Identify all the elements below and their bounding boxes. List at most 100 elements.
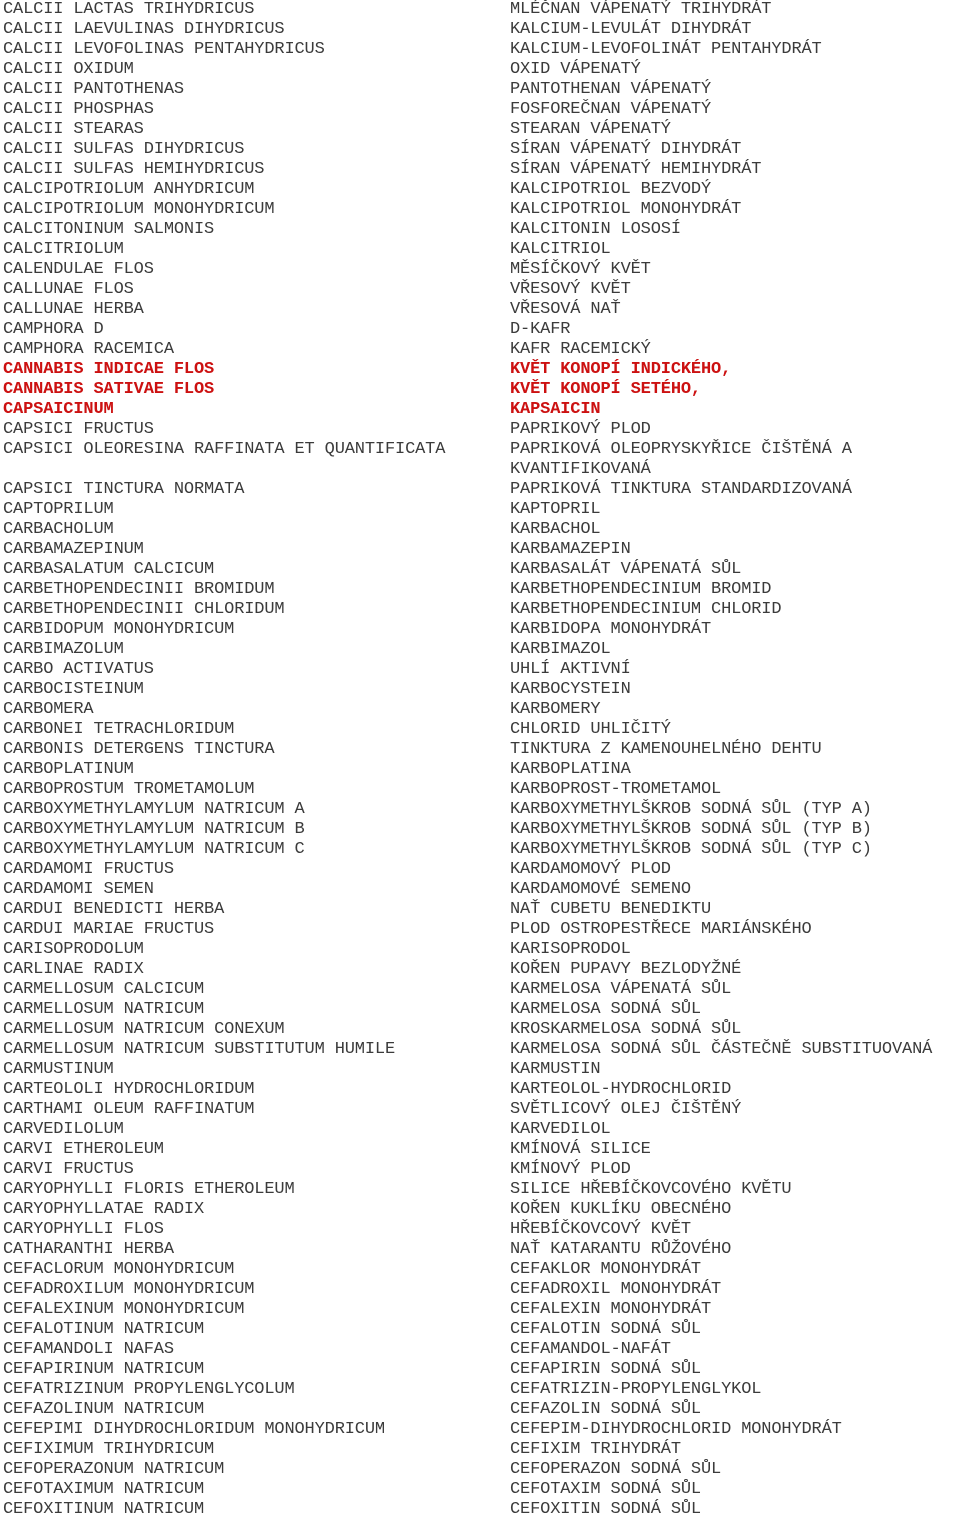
latin-term: CALCIPOTRIOLUM MONOHYDRICUM (3, 200, 275, 219)
table-row: CARBASALATUM CALCICUM KARBASALÁT VÁPENATÁ… (0, 560, 960, 580)
table-row: CAPTOPRILUM KAPTOPRIL (0, 500, 960, 520)
latin-term: CATHARANTHI HERBA (3, 1240, 174, 1259)
table-row: CARBO ACTIVATUS UHLÍ AKTIVNÍ (0, 660, 960, 680)
table-row: CEFEPIMI DIHYDROCHLORIDUM MONOHYDRICUM CE… (0, 1420, 960, 1440)
czech-term: CEFEPIM-DIHYDROCHLORID MONOHYDRÁT (510, 1420, 842, 1439)
latin-term: CAPSICI TINCTURA NORMATA (3, 480, 245, 499)
czech-term: KARBOCYSTEIN (510, 680, 631, 699)
latin-term: CARVI FRUCTUS (3, 1160, 134, 1179)
czech-term: KARTEOLOL-HYDROCHLORID (510, 1080, 732, 1099)
table-row: CALCII PANTOTHENAS PANTOTHENAN VÁPENATÝ (0, 80, 960, 100)
czech-term: KALCITRIOL (510, 240, 611, 259)
table-row: CARYOPHYLLATAE RADIX KOŘEN KUKLÍKU OBECNÉ… (0, 1200, 960, 1220)
latin-term: CARLINAE RADIX (3, 960, 144, 979)
latin-term: CARBIDOPUM MONOHYDRICUM (3, 620, 235, 639)
table-row: CARDUI MARIAE FRUCTUS PLOD OSTROPESTŘECE … (0, 920, 960, 940)
latin-term: CEFAPIRINUM NATRICUM (3, 1360, 205, 1379)
latin-term: CALCII LACTAS TRIHYDRICUS (3, 0, 255, 19)
table-row: CARTEOLOLI HYDROCHLORIDUM KARTEOLOL-HYDRO… (0, 1080, 960, 1100)
czech-term: KARBETHOPENDECINIUM BROMID (510, 580, 772, 599)
latin-term: CALCII SULFAS HEMIHYDRICUS (3, 160, 265, 179)
czech-term: KARVEDILOL (510, 1120, 611, 1139)
table-row: CARDAMOMI SEMEN KARDAMOMOVÉ SEMENO (0, 880, 960, 900)
table-row: CARVI FRUCTUS KMÍNOVÝ PLOD (0, 1160, 960, 1180)
czech-term: KALCIUM-LEVOFOLINÁT PENTAHYDRÁT (510, 40, 822, 59)
czech-term: KARBOMERY (510, 700, 601, 719)
table-row: CAPSICI FRUCTUS PAPRIKOVÝ PLOD (0, 420, 960, 440)
latin-term: CEFAMANDOLI NAFAS (3, 1340, 174, 1359)
latin-term: CARDUI BENEDICTI HERBA (3, 900, 225, 919)
latin-term: CARTHAMI OLEUM RAFFINATUM (3, 1100, 255, 1119)
table-row: CARTHAMI OLEUM RAFFINATUM SVĚTLICOVÝ OLEJ… (0, 1100, 960, 1120)
czech-term: KARBACHOL (510, 520, 601, 539)
latin-term: CEFOXITINUM NATRICUM (3, 1500, 205, 1519)
latin-term: CAMPHORA RACEMICA (3, 340, 174, 359)
czech-term: CEFOXITIN SODNÁ SŮL (510, 1500, 701, 1519)
czech-term: CEFALOTIN SODNÁ SŮL (510, 1320, 701, 1339)
czech-term: KARDAMOMOVÝ PLOD (510, 860, 671, 879)
latin-term: CALLUNAE HERBA (3, 300, 144, 319)
table-row: CALCIPOTRIOLUM ANHYDRICUM KALCIPOTRIOL BE… (0, 180, 960, 200)
table-row: CARDAMOMI FRUCTUS KARDAMOMOVÝ PLOD (0, 860, 960, 880)
czech-term: SÍRAN VÁPENATÝ HEMIHYDRÁT (510, 160, 762, 179)
table-row: CEFAMANDOLI NAFAS CEFAMANDOL-NAFÁT (0, 1340, 960, 1360)
czech-term: SVĚTLICOVÝ OLEJ ČIŠTĚNÝ (510, 1100, 742, 1119)
latin-term: CARBAMAZEPINUM (3, 540, 144, 559)
latin-term: CARBOPROSTUM TROMETAMOLUM (3, 780, 255, 799)
latin-term: CALCITRIOLUM (3, 240, 124, 259)
table-row: CARBACHOLUM KARBACHOL (0, 520, 960, 540)
czech-term: KALCIUM-LEVULÁT DIHYDRÁT (510, 20, 752, 39)
table-row: CALCII PHOSPHAS FOSFOREČNAN VÁPENATÝ (0, 100, 960, 120)
czech-term: STEARAN VÁPENATÝ (510, 120, 671, 139)
table-row: CARBONEI TETRACHLORIDUM CHLORID UHLIČITÝ (0, 720, 960, 740)
czech-term: CEFADROXIL MONOHYDRÁT (510, 1280, 722, 1299)
latin-term: CAPSAICINUM (3, 400, 114, 419)
latin-term: CALCITONINUM SALMONIS (3, 220, 215, 239)
czech-term: KALCITONIN LOSOSÍ (510, 220, 681, 239)
latin-term: CARVI ETHEROLEUM (3, 1140, 164, 1159)
latin-term: CARBIMAZOLUM (3, 640, 124, 659)
czech-term: D-KAFR (510, 320, 571, 339)
czech-term: CEFAKLOR MONOHYDRÁT (510, 1260, 701, 1279)
czech-term: PLOD OSTROPESTŘECE MARIÁNSKÉHO (510, 920, 812, 939)
table-row: CARBAMAZEPINUM KARBAMAZEPIN (0, 540, 960, 560)
latin-term: CAPSICI OLEORESINA RAFFINATA ET QUANTIFI… (3, 440, 446, 459)
latin-term: CARMELLOSUM CALCICUM (3, 980, 205, 999)
table-row: CANNABIS INDICAE FLOS KVĚT KONOPÍ INDICKÉ… (0, 360, 960, 380)
latin-term: CARBOPLATINUM (3, 760, 134, 779)
latin-term: CARDAMOMI FRUCTUS (3, 860, 174, 879)
czech-term: CEFOPERAZON SODNÁ SŮL (510, 1460, 722, 1479)
latin-term: CARBO ACTIVATUS (3, 660, 154, 679)
latin-term: CANNABIS INDICAE FLOS (3, 360, 215, 379)
table-row: CARBONIS DETERGENS TINCTURA TINKTURA Z KA… (0, 740, 960, 760)
czech-term: KARBOXYMETHYLŠKROB SODNÁ SŮL (TYP B) (510, 820, 872, 839)
latin-term: CARTEOLOLI HYDROCHLORIDUM (3, 1080, 255, 1099)
czech-term: KARBAMAZEPIN (510, 540, 631, 559)
latin-term: CALLUNAE FLOS (3, 280, 134, 299)
czech-term: CEFOTAXIM SODNÁ SŮL (510, 1480, 701, 1499)
latin-term: CEFIXIMUM TRIHYDRICUM (3, 1440, 215, 1459)
table-row: CARBOCISTEINUM KARBOCYSTEIN (0, 680, 960, 700)
czech-term: KROSKARMELOSA SODNÁ SŮL (510, 1020, 742, 1039)
latin-term: CARBONEI TETRACHLORIDUM (3, 720, 235, 739)
latin-term: CARVEDILOLUM (3, 1120, 124, 1139)
czech-term: KARMELOSA SODNÁ SŮL (510, 1000, 701, 1019)
czech-term: NAŤ CUBETU BENEDIKTU (510, 900, 712, 919)
czech-term: KARBIDOPA MONOHYDRÁT (510, 620, 712, 639)
czech-term: KARISOPRODOL (510, 940, 631, 959)
latin-term: CEFAZOLINUM NATRICUM (3, 1400, 205, 1419)
latin-term: CAMPHORA D (3, 320, 104, 339)
latin-term: CEFALEXINUM MONOHYDRICUM (3, 1300, 245, 1319)
czech-term: KARMELOSA SODNÁ SŮL ČÁSTEČNĚ SUBSTITUOVA… (510, 1040, 933, 1059)
table-row: CARBOPLATINUM KARBOPLATINA (0, 760, 960, 780)
czech-term: PAPRIKOVÁ TINKTURA STANDARDIZOVANÁ (510, 480, 852, 499)
czech-term: KALCIPOTRIOL MONOHYDRÁT (510, 200, 742, 219)
table-row: CARBOXYMETHYLAMYLUM NATRICUM C KARBOXYMET… (0, 840, 960, 860)
table-row: CANNABIS SATIVAE FLOS KVĚT KONOPÍ SETÉHO, (0, 380, 960, 400)
table-row: CALCITRIOLUM KALCITRIOL (0, 240, 960, 260)
table-row: CALENDULAE FLOS MĚSÍČKOVÝ KVĚT (0, 260, 960, 280)
table-row: CARBOPROSTUM TROMETAMOLUM KARBOPROST-TROM… (0, 780, 960, 800)
table-row: CALLUNAE HERBA VŘESOVÁ NAŤ (0, 300, 960, 320)
czech-term: KOŘEN KUKLÍKU OBECNÉHO (510, 1200, 732, 1219)
czech-term: KARBOPROST-TROMETAMOL (510, 780, 722, 799)
